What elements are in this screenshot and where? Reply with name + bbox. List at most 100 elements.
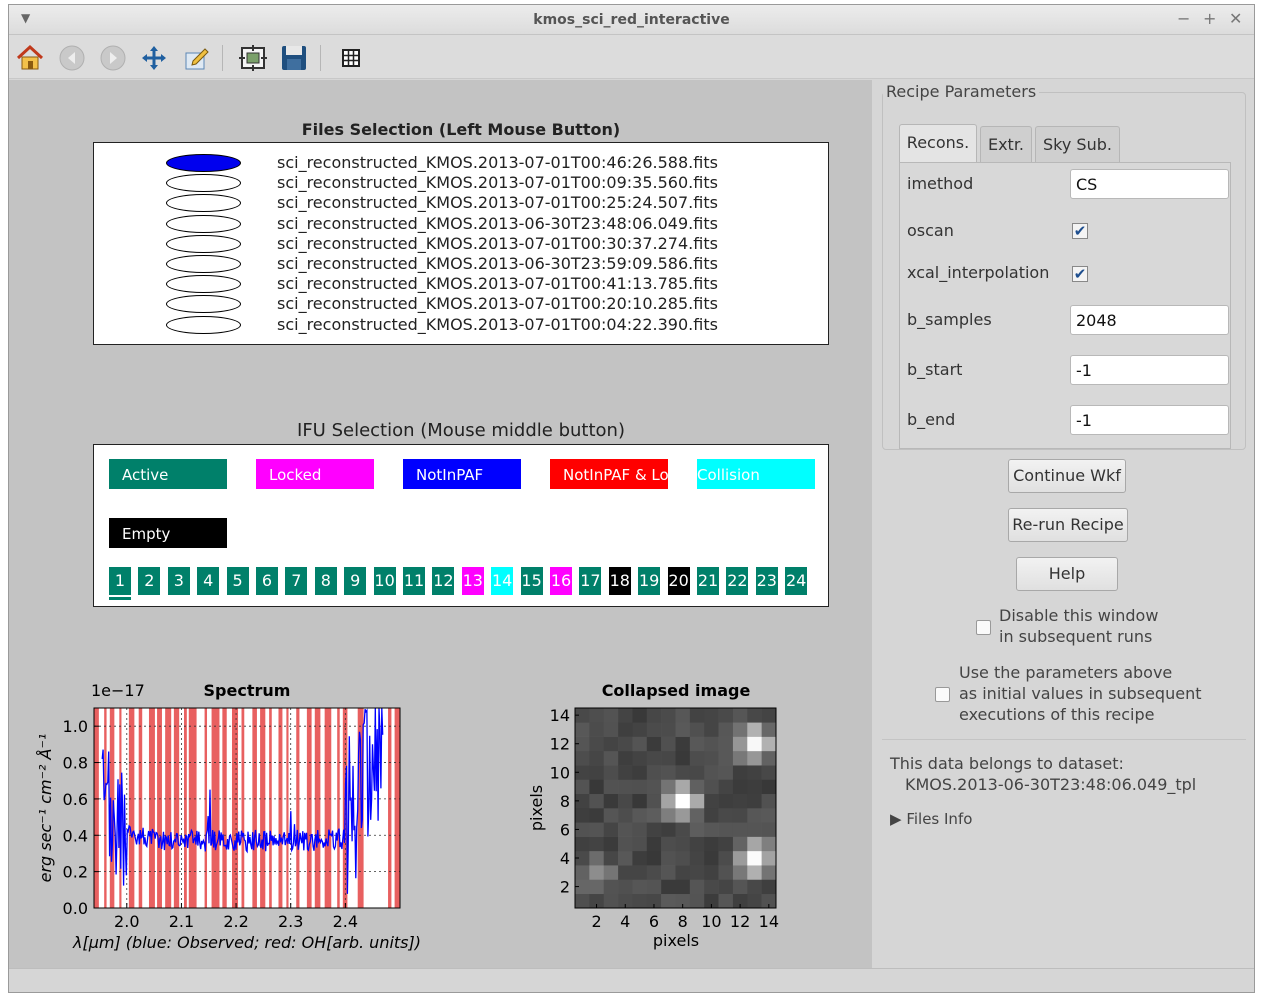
heatmap-cell bbox=[589, 879, 605, 895]
pan-icon[interactable] bbox=[139, 43, 169, 73]
heatmap-cell bbox=[603, 793, 619, 809]
ifu-17[interactable]: 17 bbox=[579, 567, 602, 595]
file-name[interactable]: sci_reconstructed_KMOS.2013-07-01T00:25:… bbox=[277, 193, 718, 212]
heatmap-cell bbox=[704, 779, 719, 795]
use-parameters-checkbox[interactable] bbox=[935, 687, 950, 702]
ifu-24[interactable]: 24 bbox=[785, 567, 808, 595]
file-select-ellipse[interactable] bbox=[166, 194, 241, 213]
ifu-6[interactable]: 6 bbox=[256, 567, 278, 595]
oh-line bbox=[188, 708, 197, 908]
ifu-19[interactable]: 19 bbox=[638, 567, 661, 595]
file-name[interactable]: sci_reconstructed_KMOS.2013-07-01T00:41:… bbox=[277, 274, 718, 293]
ifu-22[interactable]: 22 bbox=[726, 567, 749, 595]
oscan-checkbox[interactable]: ✔ bbox=[1072, 223, 1088, 239]
ifu-11[interactable]: 11 bbox=[403, 567, 425, 595]
ifu-7[interactable]: 7 bbox=[285, 567, 308, 595]
file-select-ellipse[interactable] bbox=[166, 214, 241, 233]
close-icon[interactable]: ✕ bbox=[1229, 9, 1242, 28]
plot-canvas[interactable]: Files Selection (Left Mouse Button) sci_… bbox=[9, 80, 872, 968]
file-name[interactable]: sci_reconstructed_KMOS.2013-06-30T23:59:… bbox=[277, 254, 718, 273]
tab-sky-sub[interactable]: Sky Sub. bbox=[1035, 126, 1120, 162]
heatmap-cell bbox=[589, 708, 605, 723]
minimize-icon[interactable]: − bbox=[1177, 9, 1190, 28]
ifu-selection-box[interactable]: Active Locked NotInPAF NotInPAF & Locked Col… bbox=[93, 444, 829, 607]
legend-empty: Empty bbox=[109, 518, 227, 548]
file-select-ellipse[interactable] bbox=[166, 315, 241, 334]
ifu-5[interactable]: 5 bbox=[226, 567, 249, 595]
heatmap-cell bbox=[632, 722, 648, 737]
home-icon[interactable] bbox=[15, 43, 45, 73]
ifu-12[interactable]: 12 bbox=[432, 567, 455, 595]
forward-icon[interactable] bbox=[98, 43, 128, 73]
heatmap-cell bbox=[618, 865, 633, 880]
disable-window-checkbox[interactable] bbox=[976, 620, 991, 635]
xcal-interpolation-checkbox[interactable]: ✔ bbox=[1072, 266, 1088, 282]
files-selection-box[interactable]: sci_reconstructed_KMOS.2013-07-01T00:46:… bbox=[93, 142, 829, 345]
back-icon[interactable] bbox=[57, 43, 87, 73]
ifu-3[interactable]: 3 bbox=[167, 567, 190, 595]
maximize-icon[interactable]: + bbox=[1203, 9, 1216, 28]
heatmap-cell bbox=[675, 708, 691, 723]
oh-line bbox=[296, 708, 300, 908]
file-select-ellipse[interactable] bbox=[166, 154, 241, 172]
y-tick-label: 0.4 bbox=[63, 826, 88, 845]
continue-workflow-button[interactable]: Continue Wkf bbox=[1008, 459, 1126, 493]
ifu-13[interactable]: 13 bbox=[461, 567, 484, 595]
tab-recons[interactable]: Recons. bbox=[899, 124, 977, 162]
file-name[interactable]: sci_reconstructed_KMOS.2013-07-01T00:30:… bbox=[277, 234, 718, 253]
heatmap-cell bbox=[646, 850, 662, 866]
imethod-input[interactable] bbox=[1070, 169, 1229, 199]
legend-collision: Collision bbox=[697, 459, 815, 489]
file-name[interactable]: sci_reconstructed_KMOS.2013-07-01T00:09:… bbox=[277, 173, 718, 192]
ifu-9[interactable]: 9 bbox=[344, 567, 367, 595]
ifu-1[interactable]: 1 bbox=[109, 567, 131, 595]
heatmap-cell bbox=[761, 779, 777, 795]
help-button[interactable]: Help bbox=[1016, 557, 1118, 591]
save-icon[interactable] bbox=[279, 43, 309, 73]
toolbar bbox=[9, 35, 1254, 79]
ifu-20[interactable]: 20 bbox=[667, 567, 690, 595]
file-select-ellipse[interactable] bbox=[166, 174, 241, 193]
b-start-input[interactable] bbox=[1070, 355, 1229, 385]
x-tick-label: 10 bbox=[701, 912, 721, 931]
ifu-16[interactable]: 16 bbox=[550, 567, 572, 595]
heatmap-cell bbox=[718, 779, 734, 795]
heatmap-cell bbox=[732, 793, 748, 809]
b-samples-input[interactable] bbox=[1070, 305, 1229, 335]
heatmap-cell bbox=[732, 808, 748, 823]
collapsed-image-plot[interactable]: Collapsed image 22446688101012121414 pix… bbox=[514, 675, 804, 960]
ifu-15[interactable]: 15 bbox=[520, 567, 543, 595]
heatmap-cell bbox=[661, 893, 676, 909]
tab-extr[interactable]: Extr. bbox=[980, 126, 1032, 162]
files-info-expander[interactable]: ▶ Files Info bbox=[890, 809, 972, 830]
grid-icon[interactable] bbox=[336, 43, 366, 73]
file-select-ellipse[interactable] bbox=[166, 255, 241, 273]
heatmap-cell bbox=[575, 893, 590, 909]
heatmap-cell bbox=[632, 822, 648, 837]
file-select-ellipse[interactable] bbox=[166, 295, 241, 314]
oh-line bbox=[324, 708, 332, 908]
heatmap-cell bbox=[718, 708, 734, 723]
ifu-4[interactable]: 4 bbox=[197, 567, 220, 595]
b-end-input[interactable] bbox=[1070, 405, 1229, 435]
oh-line bbox=[104, 708, 107, 908]
ifu-10[interactable]: 10 bbox=[373, 567, 396, 595]
file-name[interactable]: sci_reconstructed_KMOS.2013-07-01T00:20:… bbox=[277, 294, 718, 313]
heatmap-cell bbox=[761, 722, 777, 737]
edit-axis-icon[interactable] bbox=[181, 43, 211, 73]
ifu-8[interactable]: 8 bbox=[314, 567, 337, 595]
spectrum-plot[interactable]: Spectrum 1e−17 0.0 0.2 0.4 0.6 0.8 1.0 2.0 2.1… bbox=[9, 675, 449, 960]
file-name[interactable]: sci_reconstructed_KMOS.2013-07-01T00:04:… bbox=[277, 315, 718, 334]
configure-subplots-icon[interactable] bbox=[238, 43, 268, 73]
ifu-18[interactable]: 18 bbox=[608, 567, 631, 595]
rerun-recipe-button[interactable]: Re-run Recipe bbox=[1008, 508, 1128, 542]
ifu-14[interactable]: 14 bbox=[491, 567, 514, 595]
ifu-21[interactable]: 21 bbox=[697, 567, 719, 595]
heatmap-cell bbox=[689, 850, 705, 866]
file-select-ellipse[interactable] bbox=[166, 275, 241, 294]
file-name[interactable]: sci_reconstructed_KMOS.2013-07-01T00:46:… bbox=[277, 153, 718, 172]
ifu-23[interactable]: 23 bbox=[755, 567, 778, 595]
ifu-2[interactable]: 2 bbox=[138, 567, 161, 595]
file-name[interactable]: sci_reconstructed_KMOS.2013-06-30T23:48:… bbox=[277, 214, 718, 233]
file-select-ellipse[interactable] bbox=[166, 234, 241, 253]
